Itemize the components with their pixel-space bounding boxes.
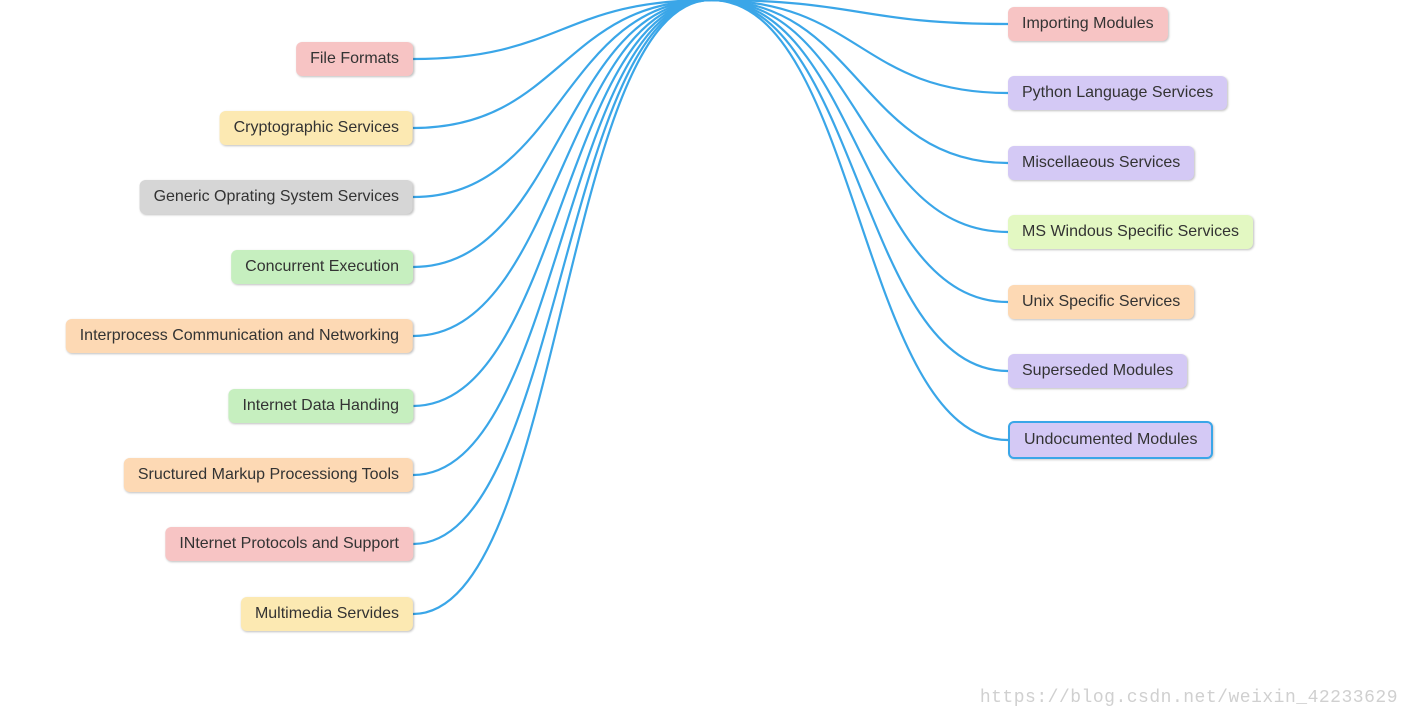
edge	[711, 0, 1008, 440]
mindmap-node[interactable]: Multimedia Servides	[241, 597, 413, 631]
edge	[413, 0, 711, 336]
mindmap-node[interactable]: Superseded Modules	[1008, 354, 1187, 388]
mindmap-node[interactable]: Unix Specific Services	[1008, 285, 1194, 319]
mindmap-node[interactable]: Interprocess Communication and Networkin…	[66, 319, 413, 353]
edge	[711, 0, 1008, 163]
edge	[711, 0, 1008, 371]
mindmap-node[interactable]: Generic Oprating System Services	[140, 180, 413, 214]
watermark: https://blog.csdn.net/weixin_42233629	[980, 688, 1398, 708]
mindmap-node[interactable]: Internet Data Handing	[228, 389, 413, 423]
mindmap-node[interactable]: Python Language Services	[1008, 76, 1227, 110]
mindmap-node[interactable]: Miscellaeous Services	[1008, 146, 1194, 180]
mindmap-node[interactable]: Cryptographic Services	[220, 111, 413, 145]
edge	[711, 0, 1008, 232]
mindmap-node[interactable]: Importing Modules	[1008, 7, 1168, 41]
edge	[413, 0, 711, 475]
mindmap-node[interactable]: MS Windous Specific Services	[1008, 215, 1253, 249]
edge	[413, 0, 711, 614]
mindmap-node[interactable]: Concurrent Execution	[231, 250, 413, 284]
edge	[413, 0, 711, 267]
edge	[413, 0, 711, 406]
mindmap-node[interactable]: INternet Protocols and Support	[165, 527, 413, 561]
mindmap-node[interactable]: Undocumented Modules	[1008, 421, 1213, 459]
edge	[413, 0, 711, 544]
mindmap-node[interactable]: Sructured Markup Processiong Tools	[124, 458, 413, 492]
mindmap-node[interactable]: File Formats	[296, 42, 413, 76]
